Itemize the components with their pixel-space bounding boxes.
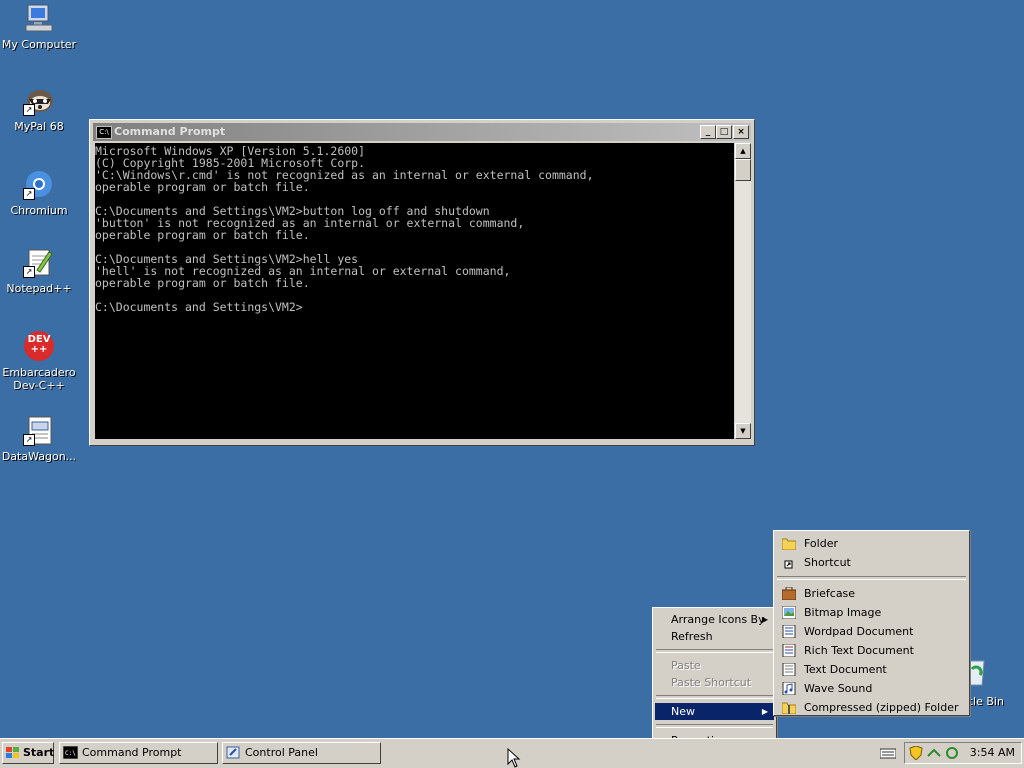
briefcase-icon [782, 587, 796, 600]
console-text: Microsoft Windows XP [Version 5.1.2600] … [95, 144, 594, 314]
menu-separator [656, 649, 773, 653]
compressed-folder-icon [782, 702, 796, 714]
new-item-rich-text-document[interactable]: Rich Text Document [776, 641, 967, 660]
desktop-icon-notepad-plus-plus[interactable]: ↗ Notepad++ [0, 246, 78, 295]
menu-item-label: Briefcase [804, 587, 856, 600]
security-shield-icon[interactable] [909, 746, 923, 760]
window-title: Command Prompt [114, 125, 226, 138]
shortcut-icon [784, 560, 793, 569]
new-submenu[interactable]: Folder Shortcut Briefcase Bitmap Image W… [773, 530, 970, 716]
menu-item-label: Text Document [804, 663, 887, 676]
desktop-icon-mypal[interactable]: ↗ MyPal 68 [0, 84, 78, 133]
title-bar[interactable]: C:\ Command Prompt _ □ × [93, 123, 751, 141]
menu-separator [656, 695, 773, 699]
network-icon[interactable] [927, 746, 941, 760]
new-item-briefcase[interactable]: Briefcase [776, 584, 967, 603]
mypal-browser-icon: ↗ [23, 84, 55, 116]
desktop-icon-my-computer[interactable]: My Computer [0, 2, 78, 51]
taskbar-button-label: Control Panel [245, 746, 318, 759]
desktop-icon-label: My Computer [1, 38, 77, 51]
desktop[interactable]: My Computer ↗ MyPal 68 ↗ Chromium ↗ Note… [0, 0, 1024, 747]
command-prompt-icon: C:\ [96, 126, 112, 139]
keyboard-icon[interactable] [880, 747, 896, 759]
menu-item-label: Folder [804, 537, 838, 550]
my-computer-icon [23, 2, 55, 34]
clock[interactable]: 3:54 AM [970, 743, 1015, 763]
scroll-thumb[interactable] [735, 159, 751, 181]
rich-text-document-icon [782, 644, 796, 657]
shortcut-arrow-icon: ↗ [23, 266, 35, 278]
dev-cpp-badge: DEV ++ [27, 334, 54, 355]
wordpad-document-icon [782, 625, 796, 638]
system-tray: 3:54 AM [904, 742, 1022, 764]
wave-sound-icon [782, 682, 796, 695]
recycle-tray-icon[interactable] [945, 746, 959, 760]
mouse-cursor-icon [507, 748, 521, 768]
menu-item-label: Shortcut [804, 556, 851, 569]
menu-item-label: Arrange Icons By [671, 613, 765, 626]
scroll-up-button[interactable]: ▲ [735, 143, 751, 159]
menu-item-new[interactable]: New ▶ [655, 703, 774, 720]
new-item-folder[interactable]: Folder [776, 534, 967, 553]
desktop-icon-label: Embarcadero Dev-C++ [2, 366, 76, 392]
command-prompt-icon: C:\ [63, 746, 78, 759]
new-item-wordpad-document[interactable]: Wordpad Document [776, 622, 967, 641]
datawagon-icon: ↗ [23, 414, 55, 446]
taskbar-button-control-panel[interactable]: Control Panel [222, 742, 381, 764]
menu-item-refresh[interactable]: Refresh [655, 628, 774, 645]
windows-flag-icon [6, 747, 19, 758]
start-label: Start [23, 746, 55, 759]
shortcut-arrow-icon: ↗ [23, 188, 35, 200]
start-button[interactable]: Start [2, 742, 54, 764]
vertical-scrollbar[interactable]: ▲ ▼ [735, 143, 751, 439]
new-item-shortcut[interactable]: Shortcut [776, 553, 967, 572]
desktop-context-menu[interactable]: Arrange Icons By ▶ Refresh Paste Paste S… [652, 607, 777, 747]
menu-item-paste: Paste [671, 659, 701, 672]
scroll-down-button[interactable]: ▼ [735, 423, 751, 439]
menu-separator [777, 576, 966, 580]
command-prompt-window[interactable]: C:\ Command Prompt _ □ × Microsoft Windo… [89, 119, 755, 446]
minimize-button[interactable]: _ [700, 125, 716, 139]
control-panel-icon [226, 746, 240, 759]
folder-icon [782, 538, 796, 550]
close-button[interactable]: × [733, 125, 749, 139]
desktop-icon-label: Notepad++ [6, 282, 72, 295]
desktop-icon-label: cle Bin [967, 695, 1004, 708]
menu-item-label: Bitmap Image [804, 606, 882, 619]
new-item-wave-sound[interactable]: Wave Sound [776, 679, 967, 698]
console-output[interactable]: Microsoft Windows XP [Version 5.1.2600] … [95, 143, 734, 439]
menu-item-label: Compressed (zipped) Folder [804, 701, 959, 714]
dev-cpp-icon: DEV ++ [23, 330, 55, 362]
chromium-icon: ↗ [23, 168, 55, 200]
svg-text:C:\: C:\ [65, 750, 76, 757]
menu-item-label: Rich Text Document [804, 644, 914, 657]
desktop-icon-dev-cpp[interactable]: DEV ++ Embarcadero Dev-C++ [0, 330, 78, 392]
shortcut-arrow-icon: ↗ [23, 104, 35, 116]
desktop-icon-label: DataWagon... [1, 450, 77, 463]
submenu-arrow-icon: ▶ [761, 615, 768, 624]
desktop-icon-datawagon[interactable]: ↗ DataWagon... [0, 414, 78, 463]
new-item-text-document[interactable]: Text Document [776, 660, 967, 679]
shortcut-arrow-icon: ↗ [23, 434, 35, 446]
desktop-icon-label: Chromium [10, 204, 68, 217]
new-item-bitmap-image[interactable]: Bitmap Image [776, 603, 967, 622]
taskbar-button-command-prompt[interactable]: C:\ Command Prompt [59, 742, 218, 764]
text-document-icon [782, 663, 796, 676]
menu-separator [656, 724, 773, 728]
menu-item-label: Wordpad Document [804, 625, 914, 638]
submenu-arrow-icon: ▶ [761, 707, 768, 716]
menu-item-arrange-icons-by[interactable]: Arrange Icons By ▶ [655, 611, 774, 628]
maximize-button[interactable]: □ [716, 125, 732, 139]
menu-item-paste-shortcut: Paste Shortcut [671, 676, 752, 689]
desktop-icon-label: MyPal 68 [14, 120, 64, 133]
bitmap-image-icon [782, 606, 796, 619]
new-item-compressed-folder[interactable]: Compressed (zipped) Folder [776, 698, 967, 717]
notepad-plus-plus-icon: ↗ [23, 246, 55, 278]
desktop-icon-chromium[interactable]: ↗ Chromium [0, 168, 78, 217]
menu-item-label: Wave Sound [804, 682, 873, 695]
taskbar-button-label: Command Prompt [82, 746, 182, 759]
menu-item-label: New [671, 705, 695, 718]
